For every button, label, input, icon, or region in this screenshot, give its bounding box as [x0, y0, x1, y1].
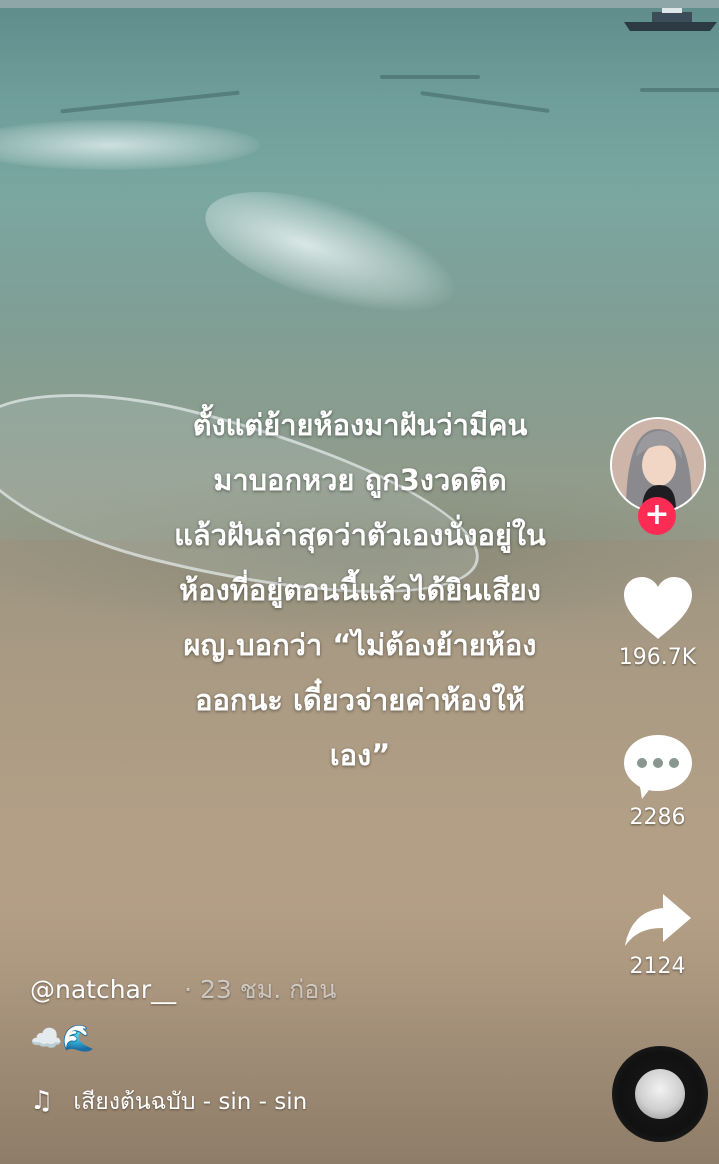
heart-icon: [623, 577, 692, 639]
caption-line: แล้วฝันล่าสุดว่าตัวเองนั่งอยู่ใน: [174, 518, 546, 552]
comment-icon: [623, 735, 692, 799]
music-disc-cover: [635, 1069, 685, 1119]
music-info[interactable]: ♫ เสียงต้นฉบับ - sin - sin: [30, 1084, 307, 1120]
author-username[interactable]: @natchar__: [30, 975, 176, 1004]
like-count: 196.7K: [618, 645, 697, 670]
comment-count: 2286: [629, 805, 686, 830]
music-disc-button[interactable]: [612, 1046, 708, 1142]
caption-line: ตั้งแต่ย้ายห้องมาฝันว่ามีคน: [192, 408, 528, 442]
caption-line: ห้องที่อยู่ตอนนี้แล้วได้ยินเสียง: [179, 573, 541, 607]
video-description: ☁️🌊: [30, 1024, 95, 1054]
caption-line: ออกนะ เดี๋ยวจ่ายค่าห้องให้: [195, 683, 525, 717]
comment-button[interactable]: 2286: [600, 733, 715, 830]
video-caption-overlay: ตั้งแต่ย้ายห้องมาฝันว่ามีคน มาบอกหวย ถูก…: [110, 398, 610, 783]
caption-line: เอง”: [329, 738, 391, 772]
meta-separator: ·: [184, 975, 193, 1004]
share-button[interactable]: 2124: [600, 890, 715, 979]
plus-icon: +: [644, 497, 670, 532]
music-note-icon: ♫: [30, 1086, 54, 1116]
wave-ripple: [380, 75, 480, 79]
like-button[interactable]: 196.7K: [600, 575, 715, 670]
action-rail: + 196.7K 2286 2124: [600, 0, 715, 1164]
author-avatar-group: +: [610, 417, 706, 535]
author-line: @natchar__ · 23 ชม. ก่อน: [30, 970, 336, 1010]
share-count: 2124: [629, 954, 686, 979]
share-icon: [624, 894, 691, 946]
post-time: 23 ชม. ก่อน: [200, 975, 337, 1004]
follow-button[interactable]: +: [638, 497, 676, 535]
music-title: เสียงต้นฉบับ - sin - sin: [73, 1089, 308, 1115]
caption-line: มาบอกหวย ถูก3งวดติด: [213, 463, 507, 497]
caption-line: ผญ.บอกว่า “ไม่ต้องย้ายห้อง: [183, 628, 537, 662]
